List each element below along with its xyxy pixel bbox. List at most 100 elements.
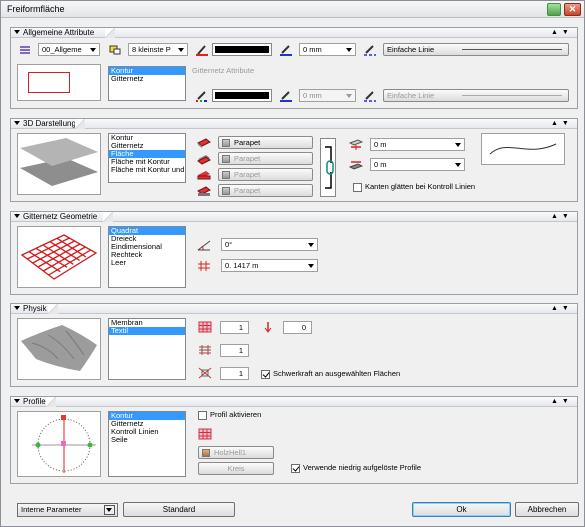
grid-preview — [17, 226, 101, 288]
display-mode-list[interactable]: Kontur Gitternetz Fläche Fläche mit Kont… — [108, 133, 186, 183]
profile-material-button[interactable]: HolzHell1 — [198, 446, 274, 459]
material-button-1[interactable]: Parapet — [218, 136, 313, 149]
move-up-down-icons[interactable]: ▲▼ — [551, 305, 573, 313]
profile-shape-button[interactable]: Kreis — [198, 462, 274, 475]
pen-select[interactable]: 8 kleinste P — [128, 43, 188, 56]
stiffness-input[interactable]: 1 — [220, 344, 249, 357]
gravity-icon — [264, 322, 272, 333]
profile-preview-image — [32, 415, 96, 473]
offset-bottom-icon — [349, 161, 363, 170]
cloth-preview-image — [21, 325, 97, 371]
section-title: Profile — [23, 397, 46, 406]
section-header[interactable]: Allgemeine Attribute ▲▼ — [11, 28, 577, 38]
material-edge-icon — [197, 186, 211, 196]
line-color-icon — [196, 45, 208, 56]
shear-icon — [198, 367, 212, 379]
list-item[interactable]: Fläche mit Kontur und — [109, 166, 185, 174]
close-button[interactable]: ✕ — [564, 3, 581, 16]
gravity-input[interactable]: 0 — [283, 321, 312, 334]
cancel-button[interactable]: Abbrechen — [515, 502, 579, 517]
collapse-arrow-icon[interactable] — [14, 306, 20, 310]
move-up-down-icons[interactable]: ▲▼ — [551, 213, 573, 221]
section-title: 3D Darstellung — [23, 119, 76, 128]
save-favorite-button[interactable] — [547, 3, 561, 16]
gravity-selected-checkbox[interactable] — [261, 370, 270, 379]
material-side-icon — [197, 171, 211, 180]
section-physik: Physik ▲▼ Membran Textil 1 0 1 1 Schwerk… — [10, 303, 578, 387]
contour-preview — [28, 72, 70, 93]
section-header[interactable]: 3D Darstellung ▲▼ — [11, 119, 577, 129]
grid-linetype-button[interactable]: Einfache Linie — [383, 89, 569, 102]
material-top-icon — [197, 138, 211, 148]
element-list[interactable]: Kontur Gitternetz — [108, 66, 186, 101]
smooth-edges-checkbox[interactable] — [353, 183, 362, 192]
grid-width-select[interactable]: 0 mm — [299, 89, 356, 102]
material-button-4[interactable]: Parapet — [218, 184, 313, 197]
move-up-down-icons[interactable]: ▲▼ — [551, 120, 573, 128]
title-bar: Freiformfläche ✕ — [1, 1, 584, 18]
section-header[interactable]: Gitternetz Geometrie ▲▼ — [11, 212, 577, 222]
pen-icon — [109, 45, 121, 55]
link-materials-toggle[interactable] — [320, 138, 336, 197]
grid-spacing-select[interactable]: 0. 1417 m — [221, 259, 318, 272]
section-3d-darstellung: 3D Darstellung ▲▼ Kontur Gitternetz Fläc… — [10, 118, 578, 202]
offset-bottom-select[interactable]: 0 m — [370, 158, 465, 171]
section-allgemeine-attribute: Allgemeine Attribute ▲▼ 00_Allgeme 8 kle… — [10, 27, 578, 109]
physics-type-list[interactable]: Membran Textil — [108, 318, 186, 380]
collapse-arrow-icon[interactable] — [14, 30, 20, 34]
list-item[interactable]: Seile — [109, 436, 185, 444]
profile-activate-checkbox[interactable] — [198, 411, 207, 420]
cloth-preview — [17, 318, 101, 380]
mesh-density-input[interactable]: 1 — [220, 321, 249, 334]
grid-angle-icon — [197, 240, 211, 251]
window-title: Freiformfläche — [7, 4, 65, 14]
layer-select[interactable]: 00_Allgeme — [38, 43, 100, 56]
layer-icon — [20, 46, 30, 54]
list-item[interactable]: Leer — [109, 259, 185, 267]
ok-button[interactable]: Ok — [412, 502, 511, 517]
material-button-3[interactable]: Parapet — [218, 168, 313, 181]
dropdown-icon — [104, 505, 115, 515]
chain-link-icon — [325, 146, 334, 189]
curve-preview-image — [489, 143, 557, 155]
section-header[interactable]: Profile ▲▼ — [11, 397, 577, 407]
move-up-down-icons[interactable]: ▲▼ — [551, 398, 573, 406]
color-button[interactable] — [212, 43, 272, 56]
grid-preview-image — [20, 234, 98, 280]
material-swatch — [222, 139, 230, 147]
material-button-2[interactable]: Parapet — [218, 152, 313, 165]
curve-preview — [481, 133, 565, 165]
collapse-arrow-icon[interactable] — [14, 121, 20, 125]
material-bottom-icon — [197, 155, 211, 165]
internal-params-select[interactable]: Interne Parameter — [17, 503, 118, 517]
line-type-icon — [364, 45, 376, 56]
linetype-button[interactable]: Einfache Linie — [383, 43, 569, 56]
grid-geometry-list[interactable]: Quadrat Dreieck Eindimensional Rechteck … — [108, 226, 186, 288]
section-title: Physik — [23, 304, 47, 313]
standard-button[interactable]: Standard — [123, 502, 235, 517]
collapse-arrow-icon[interactable] — [14, 399, 20, 403]
profile-target-list[interactable]: Kontur Gitternetz Kontroll Linien Seile — [108, 411, 186, 477]
list-item[interactable]: Textil — [109, 327, 185, 335]
profile-preview — [17, 411, 101, 477]
collapse-arrow-icon[interactable] — [14, 214, 20, 218]
offset-top-select[interactable]: 0 m — [370, 138, 465, 151]
profile-activate-label: Profil aktivieren — [210, 410, 262, 419]
grid-angle-select[interactable]: 0° — [221, 238, 318, 251]
lowres-profile-checkbox[interactable] — [291, 464, 300, 473]
move-up-down-icons[interactable]: ▲▼ — [551, 29, 573, 37]
grid-color-button[interactable] — [212, 89, 272, 102]
section-header[interactable]: Physik ▲▼ — [11, 304, 577, 314]
shear-input[interactable]: 1 — [220, 367, 249, 380]
line-color-icon — [196, 91, 207, 102]
gravity-selected-label: Schwerkraft an ausgewählten Flächen — [273, 369, 401, 378]
material-swatch — [202, 449, 210, 457]
offset-top-icon — [349, 139, 363, 150]
profile-material-icon — [198, 428, 212, 440]
list-item[interactable]: Gitternetz — [109, 75, 185, 83]
line-width-icon — [280, 91, 292, 102]
section-title: Gitternetz Geometrie — [23, 212, 98, 221]
preview-thumbnail — [17, 64, 101, 101]
gitternetz-attributes-label: Gitternetz Attribute — [192, 66, 255, 75]
width-select[interactable]: 0 mm — [299, 43, 356, 56]
